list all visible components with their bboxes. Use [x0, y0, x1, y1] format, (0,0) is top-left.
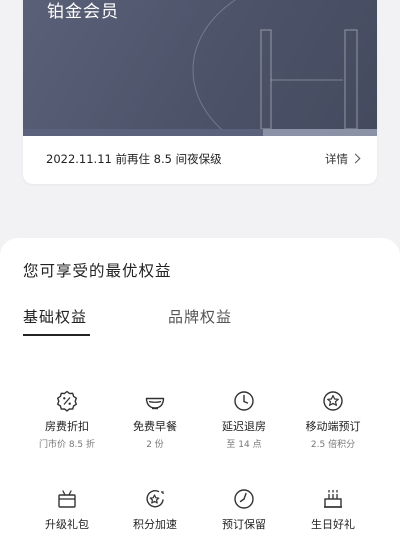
membership-hero: 铂金会员	[23, 0, 377, 136]
active-tab-indicator	[23, 334, 90, 336]
tab-brand-benefits[interactable]: 品牌权益	[168, 306, 232, 327]
tab-basic-benefits[interactable]: 基础权益	[23, 306, 87, 327]
membership-footer[interactable]: 2022.11.11 前再住 8.5 间夜保级 详情	[23, 136, 377, 184]
star-circle-icon	[323, 391, 343, 411]
benefits-title: 您可享受的最优权益	[23, 262, 172, 280]
benefit-label: 免费早餐	[133, 420, 177, 433]
birthday-cake-icon	[324, 489, 342, 508]
clock-icon	[234, 391, 254, 411]
benefit-label: 延迟退房	[222, 420, 266, 433]
reservation-clock-icon	[234, 489, 254, 509]
discount-badge-icon	[57, 390, 77, 412]
benefit-label: 生日好礼	[311, 518, 355, 531]
benefit-points-boost[interactable]: 积分加速	[110, 488, 200, 532]
breakfast-bowl-icon	[145, 397, 165, 410]
detail-label: 详情	[325, 152, 348, 166]
star-speed-icon	[146, 490, 164, 508]
benefit-label: 移动端预订	[305, 420, 361, 433]
benefit-label: 预订保留	[222, 518, 266, 531]
benefit-reservation-hold[interactable]: 预订保留	[199, 488, 289, 532]
benefit-upgrade-package[interactable]: 升级礼包	[22, 488, 112, 532]
detail-link[interactable]: 详情	[325, 151, 361, 167]
benefit-label: 房费折扣	[45, 420, 89, 433]
benefit-sub: 门市价 8.5 折	[38, 440, 96, 450]
benefit-free-breakfast[interactable]: 免费早餐 2 份	[110, 390, 200, 450]
retention-notice: 2022.11.11 前再住 8.5 间夜保级	[46, 152, 222, 166]
brand-logo-icon	[192, 0, 358, 136]
benefit-late-checkout[interactable]: 延迟退房 至 14 点	[199, 390, 289, 450]
benefit-room-discount[interactable]: 房费折扣 门市价 8.5 折	[22, 390, 112, 450]
membership-card: 铂金会员 2022.11.11 前再住 8.5 间夜保级 详情	[23, 0, 377, 184]
benefit-label: 积分加速	[133, 518, 177, 531]
hero-progress-accent	[263, 129, 377, 136]
benefit-mobile-booking[interactable]: 移动端预订 2.5 倍积分	[288, 390, 378, 450]
benefit-sub: 2 份	[146, 440, 164, 450]
benefit-sub: 至 14 点	[226, 440, 262, 450]
benefit-birthday-gift[interactable]: 生日好礼	[288, 488, 378, 532]
benefit-sub: 2.5 倍积分	[310, 440, 356, 450]
chevron-right-icon	[350, 153, 361, 164]
benefits-panel: 您可享受的最优权益 基础权益 品牌权益 房费折扣 门市价 8.5 折 免费早餐 …	[0, 238, 400, 558]
benefit-label: 升级礼包	[45, 518, 89, 531]
gift-box-icon	[58, 490, 76, 508]
